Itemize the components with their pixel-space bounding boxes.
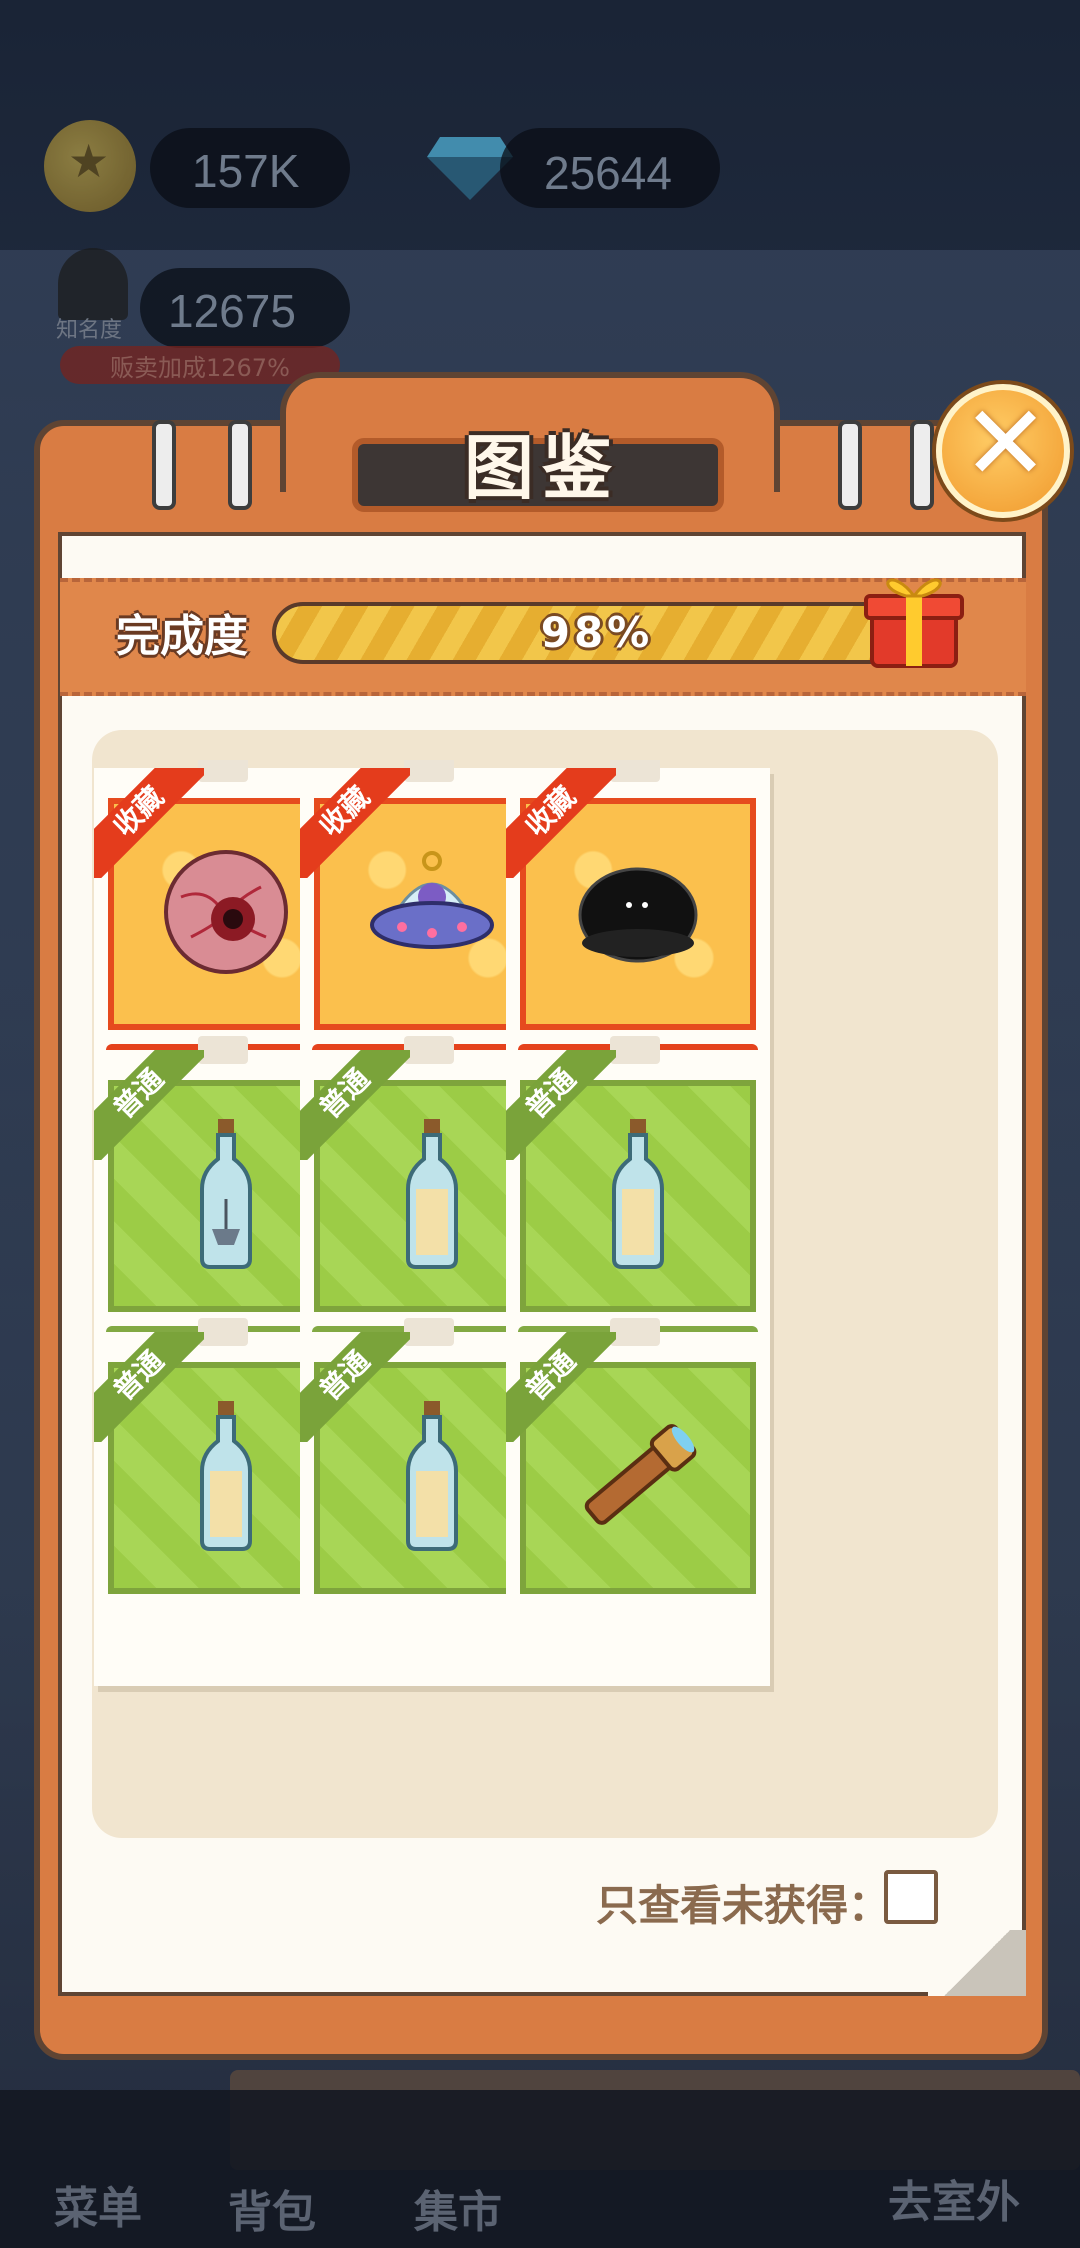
rarity-badge: 普通: [506, 1332, 616, 1442]
rarity-badge: 普通: [300, 1332, 410, 1442]
rarity-ribbon: 普通: [300, 1050, 410, 1160]
fame-label: 知名度: [56, 318, 123, 343]
bottle-icon: [402, 1401, 462, 1555]
rarity-ribbon: 普通: [506, 1332, 616, 1442]
nav-menu[interactable]: 菜单: [54, 2172, 142, 2236]
card-clip: [404, 760, 454, 782]
bottle-icon: [196, 1401, 256, 1555]
card-clip: [404, 1036, 454, 1064]
rarity-badge: 普通: [300, 1050, 410, 1160]
rarity-ribbon: 普通: [94, 1332, 204, 1442]
bottle-icon: [608, 1119, 668, 1273]
card-clip: [198, 1036, 248, 1064]
collection-grid: 收藏古神之瞳收藏UFO收藏猩期五的头盔普通瓶中海盗船普通海盗漂流瓶1普通海盗漂流…: [92, 760, 998, 1786]
avatar: [58, 248, 128, 320]
rarity-badge: 普通: [94, 1332, 204, 1442]
nav-go-outside[interactable]: 去室外: [888, 2166, 1020, 2230]
coin-icon: [44, 120, 136, 212]
dialog-title: 图鉴: [464, 427, 620, 509]
rarity-badge: 收藏: [300, 768, 410, 878]
card-clip: [404, 1318, 454, 1346]
card-clip: [198, 760, 248, 782]
rarity-ribbon: 普通: [506, 1050, 616, 1160]
card-clip: [610, 1036, 660, 1064]
nav-backpack[interactable]: 背包: [228, 2176, 316, 2240]
bottle-icon: [402, 1119, 462, 1273]
unobtained-filter-checkbox[interactable]: [884, 1870, 938, 1924]
rarity-badge: 普通: [94, 1050, 204, 1160]
binder-ring-icon: [228, 420, 252, 510]
card-clip: [610, 1318, 660, 1346]
diamond-count: 25644: [544, 147, 672, 199]
rarity-badge: 收藏: [94, 768, 204, 878]
card-clip: [610, 760, 660, 782]
rarity-badge: 收藏: [506, 768, 616, 878]
rarity-ribbon: 收藏: [300, 768, 410, 878]
binder-ring-icon: [838, 420, 862, 510]
close-button[interactable]: ✕: [936, 382, 1070, 518]
progress-label: 完成度: [116, 611, 248, 662]
ship-bottle-icon: [196, 1119, 256, 1273]
progress-text: 98%: [540, 608, 654, 657]
close-icon: ✕: [962, 382, 1050, 504]
binder-ring-icon: [152, 420, 176, 510]
sale-bonus-text: 贩卖加成1267%: [110, 354, 290, 382]
rarity-ribbon: 普通: [300, 1332, 410, 1442]
filter-label: 只查看未获得：: [596, 1881, 891, 1930]
coin-count: 157K: [192, 145, 300, 197]
rarity-ribbon: 普通: [94, 1050, 204, 1160]
paper-fold: [928, 1930, 1026, 1996]
fame-value: 12675: [168, 285, 296, 337]
card-clip: [198, 1318, 248, 1346]
nav-market[interactable]: 集市: [414, 2176, 502, 2240]
rarity-badge: 普通: [506, 1050, 616, 1160]
gift-icon[interactable]: [862, 566, 966, 670]
rarity-ribbon: 收藏: [94, 768, 204, 878]
binder-ring-icon: [910, 420, 934, 510]
collection-card[interactable]: 普通: [506, 1318, 770, 1686]
rarity-ribbon: 收藏: [506, 768, 616, 878]
